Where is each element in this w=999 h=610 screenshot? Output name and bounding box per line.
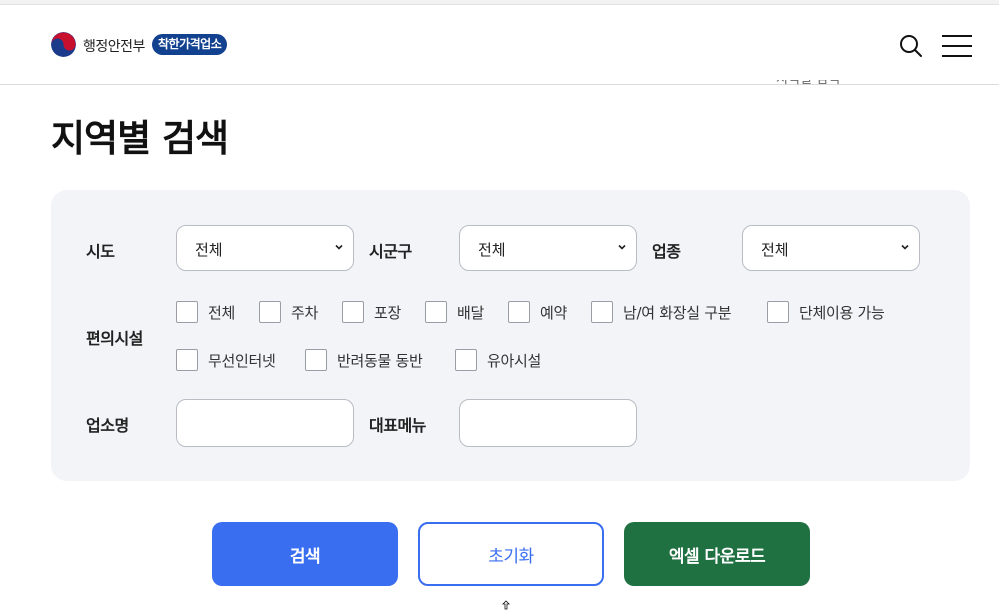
brand-badge[interactable]: 착한가격업소 (152, 34, 228, 55)
reset-button[interactable]: 초기화 (418, 522, 604, 586)
amenity-label: 단체이용 가능 (799, 304, 885, 322)
category-select[interactable]: 전체 (742, 225, 920, 271)
amenities-label: 편의시설 (86, 329, 143, 348)
amenity-label: 포장 (374, 304, 402, 322)
checkbox[interactable] (259, 301, 281, 323)
checkbox[interactable] (425, 301, 447, 323)
amenity-label: 예약 (540, 304, 568, 322)
checkbox[interactable] (176, 301, 198, 323)
sigungu-select[interactable]: 전체 (459, 225, 637, 271)
checkbox[interactable] (455, 349, 477, 371)
main-menu-label: 대표메뉴 (369, 416, 426, 435)
search-button[interactable]: 검색 (212, 522, 398, 586)
store-name-label: 업소명 (86, 416, 129, 435)
category-label: 업종 (652, 242, 681, 261)
sigungu-select-value: 전체 (478, 241, 506, 259)
category-select-value: 전체 (761, 241, 789, 259)
page-title: 지역별 검색 (51, 117, 229, 160)
sido-label: 시도 (86, 242, 115, 261)
sido-select[interactable]: 전체 (176, 225, 354, 271)
main-menu-input[interactable] (459, 399, 637, 447)
breadcrumb: 지역별 검색 (776, 80, 840, 89)
amenity-label: 배달 (457, 304, 485, 322)
mouse-cursor-icon (502, 600, 510, 610)
sido-select-value: 전체 (195, 241, 223, 259)
search-icon[interactable] (898, 33, 924, 59)
chevron-down-icon (335, 244, 343, 250)
sigungu-label: 시군구 (369, 242, 412, 261)
store-name-input[interactable] (176, 399, 354, 447)
hamburger-menu-icon[interactable] (942, 35, 972, 59)
checkbox[interactable] (508, 301, 530, 323)
checkbox[interactable] (767, 301, 789, 323)
excel-download-button[interactable]: 엑셀 다운로드 (624, 522, 810, 586)
amenity-label: 남/여 화장실 구분 (623, 304, 732, 322)
amenity-label: 반려동물 동반 (337, 352, 423, 370)
checkbox[interactable] (305, 349, 327, 371)
chevron-down-icon (618, 244, 626, 250)
ministry-name[interactable]: 행정안전부 (83, 36, 145, 56)
checkbox[interactable] (591, 301, 613, 323)
taegeuk-logo-icon[interactable] (51, 32, 76, 57)
checkbox[interactable] (176, 349, 198, 371)
checkbox[interactable] (342, 301, 364, 323)
chevron-down-icon (901, 244, 909, 250)
site-header: 행정안전부 착한가격업소 (0, 5, 999, 85)
amenity-label: 주차 (291, 304, 319, 322)
amenity-label: 유아시설 (487, 352, 542, 370)
amenity-label: 전체 (208, 304, 236, 322)
amenity-label: 무선인터넷 (208, 352, 276, 370)
